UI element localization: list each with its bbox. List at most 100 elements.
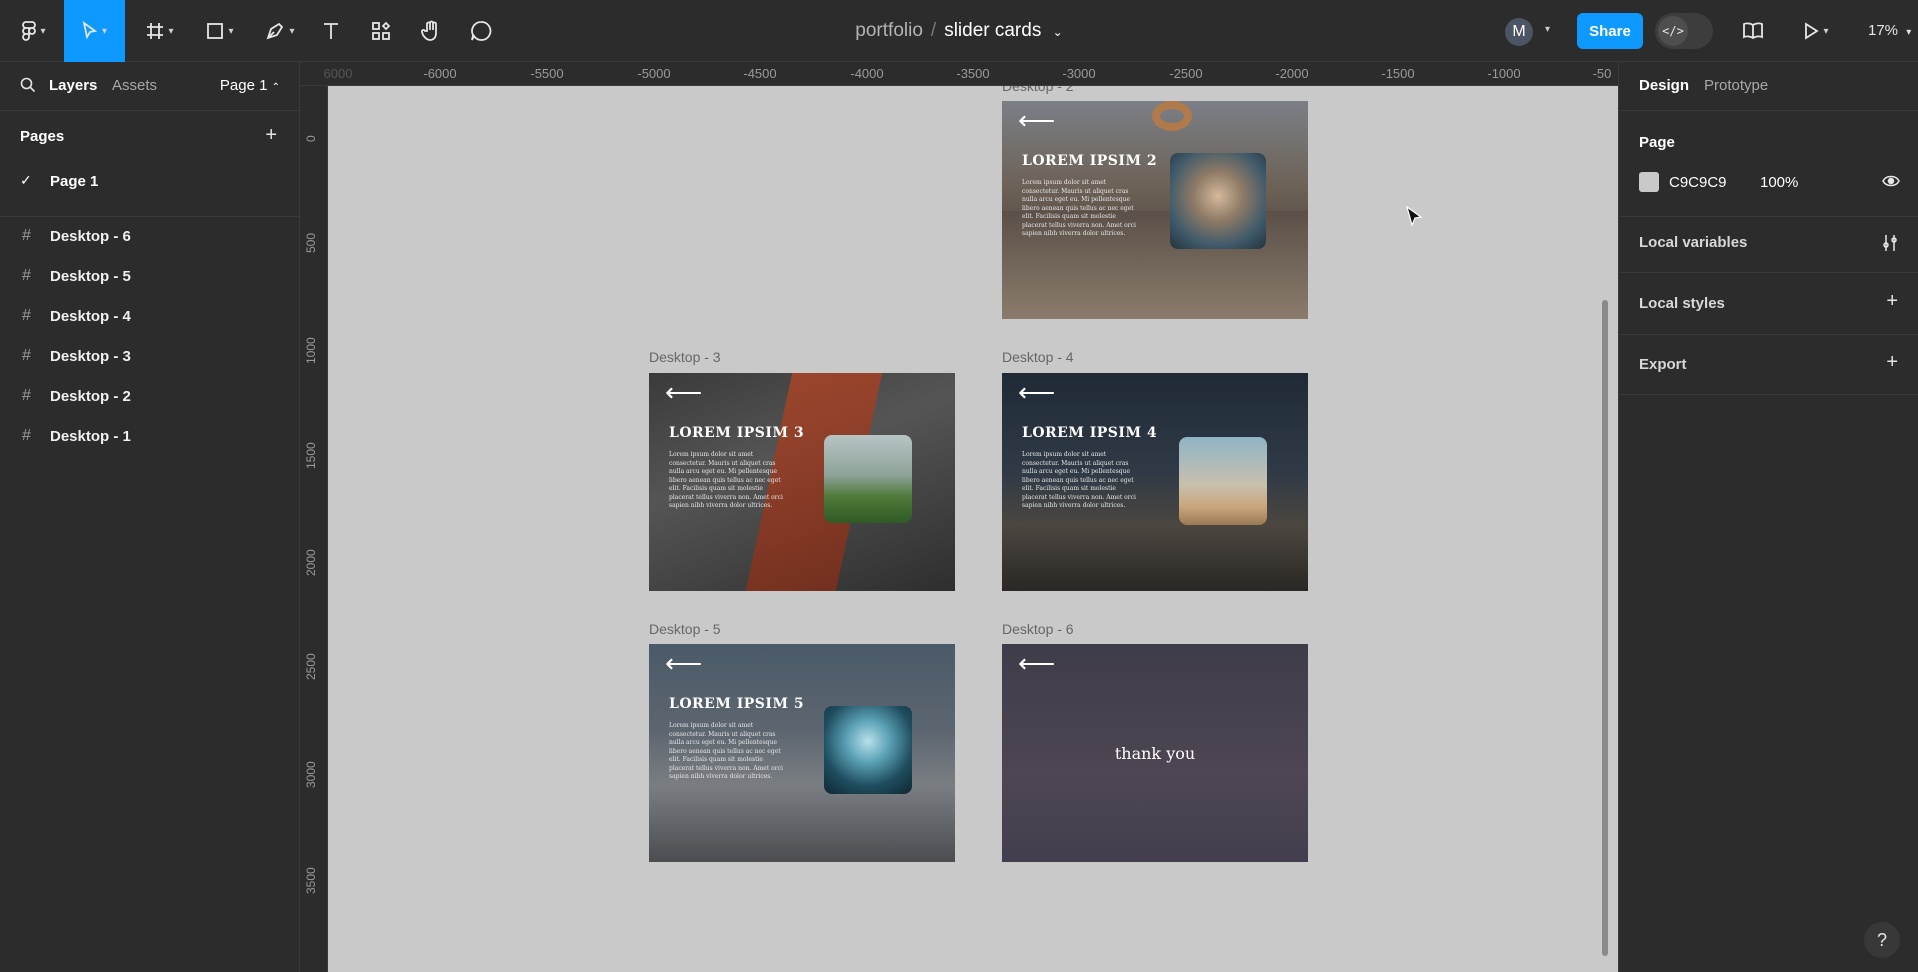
layer-item[interactable]: # Desktop - 3 — [0, 340, 300, 374]
ruler-label: 1000 — [304, 337, 318, 364]
chevron-down-icon[interactable]: ⌄ — [1053, 25, 1063, 39]
variables-icon[interactable] — [1882, 234, 1898, 252]
back-arrow-icon: ⟵ — [665, 377, 703, 407]
add-style-icon[interactable]: + — [1886, 290, 1898, 313]
frame-desktop-6[interactable]: ⟵ thank you — [1002, 644, 1308, 862]
divider — [1619, 394, 1918, 395]
resources-tool-button[interactable] — [366, 0, 396, 62]
layer-item-label: Desktop - 2 — [50, 388, 131, 405]
right-panel: Design Prototype Page C9C9C9 100% Local … — [1618, 62, 1918, 972]
rectangle-icon — [207, 23, 224, 39]
chevron-down-icon[interactable]: ▾ — [1545, 24, 1550, 35]
hand-icon — [421, 20, 437, 41]
ruler-label: 2500 — [304, 653, 318, 680]
comment-tool-button[interactable] — [466, 0, 496, 62]
move-tool-button[interactable]: ▾ — [64, 0, 125, 62]
library-button[interactable] — [1738, 0, 1768, 62]
zoom-value: 17% — [1868, 22, 1899, 39]
frame-icon: # — [22, 347, 31, 364]
project-name[interactable]: portfolio — [855, 20, 923, 41]
frame-label[interactable]: Desktop - 4 — [1002, 349, 1074, 365]
back-arrow-icon: ⟵ — [665, 648, 703, 678]
ufo-field-thumbnail — [824, 435, 912, 523]
file-name[interactable]: slider cards — [944, 20, 1041, 41]
chevron-down-icon: ▾ — [289, 25, 295, 37]
share-button[interactable]: Share — [1577, 13, 1643, 49]
tab-prototype[interactable]: Prototype — [1704, 77, 1768, 94]
local-styles-heading[interactable]: Local styles — [1639, 295, 1725, 312]
card-body: Lorem ipsum dolor sit amet consectetur. … — [1022, 179, 1136, 237]
present-button[interactable]: ▾ — [1796, 0, 1836, 62]
frame-label[interactable]: Desktop - 5 — [649, 621, 721, 637]
page-color-swatch[interactable] — [1639, 172, 1659, 192]
ruler-label: 2000 — [304, 549, 318, 576]
page-section-heading: Page — [1639, 134, 1675, 151]
ruler-label: -5000 — [637, 66, 671, 81]
layer-item[interactable]: # Desktop - 4 — [0, 300, 300, 334]
divider — [1619, 334, 1918, 335]
frame-icon: # — [22, 267, 31, 284]
avatar[interactable]: M — [1505, 18, 1533, 46]
help-button[interactable]: ? — [1864, 922, 1900, 958]
export-heading[interactable]: Export — [1639, 356, 1687, 373]
page-item[interactable]: ✓ Page 1 — [0, 166, 300, 198]
hand-tool-button[interactable] — [416, 0, 446, 62]
frame-desktop-2[interactable]: ⟵ LOREM IPSIM 2 Lorem ipsum dolor sit am… — [1002, 101, 1308, 319]
add-export-icon[interactable]: + — [1886, 351, 1898, 374]
page-selector-label: Page 1 — [219, 77, 268, 94]
chevron-up-icon: ⌃ — [271, 82, 280, 93]
ruler-label: -3500 — [956, 66, 990, 81]
local-variables-heading[interactable]: Local variables — [1639, 234, 1747, 251]
back-arrow-icon: ⟵ — [1018, 648, 1056, 678]
page-selector[interactable]: Page 1 ⌃ — [220, 77, 280, 94]
ruler-label: 0 — [304, 135, 318, 142]
text-icon — [324, 23, 338, 39]
divider — [1619, 110, 1918, 111]
ruler-label: -3000 — [1062, 66, 1096, 81]
tab-assets[interactable]: Assets — [112, 77, 157, 94]
frame-desktop-4[interactable]: ⟵ LOREM IPSIM 4 Lorem ipsum dolor sit am… — [1002, 373, 1308, 591]
layer-item-label: Desktop - 3 — [50, 348, 131, 365]
page-color-hex[interactable]: C9C9C9 — [1669, 174, 1727, 191]
ruler-label: -4000 — [850, 66, 884, 81]
chevron-down-icon: ▾ — [1906, 27, 1912, 38]
frame-desktop-5[interactable]: ⟵ LOREM IPSIM 5 Lorem ipsum dolor sit am… — [649, 644, 955, 862]
card-title: LOREM IPSIM 3 — [669, 425, 805, 441]
card-title: LOREM IPSIM 5 — [669, 696, 805, 712]
dev-mode-toggle[interactable]: </> — [1655, 13, 1713, 49]
layer-item[interactable]: # Desktop - 6 — [0, 220, 300, 254]
canvas[interactable]: Desktop - 2 ⟵ LOREM IPSIM 2 Lorem ipsum … — [328, 86, 1618, 972]
eye-icon[interactable] — [1882, 174, 1900, 188]
layer-item[interactable]: # Desktop - 5 — [0, 260, 300, 294]
text-tool-button[interactable] — [316, 0, 346, 62]
pointer-icon — [82, 21, 98, 40]
shape-tool-button[interactable]: ▾ — [198, 0, 242, 62]
frame-icon: # — [22, 387, 31, 404]
pen-tool-button[interactable]: ▾ — [258, 0, 302, 62]
tab-design[interactable]: Design — [1639, 77, 1689, 94]
donut-sign — [1152, 101, 1192, 131]
card-title: LOREM IPSIM 2 — [1022, 153, 1158, 169]
layer-item[interactable]: # Desktop - 1 — [0, 420, 300, 454]
pages-heading: Pages — [20, 128, 65, 145]
frame-tool-button[interactable]: ▾ — [138, 0, 182, 62]
mouse-cursor-icon — [1406, 206, 1423, 227]
search-icon[interactable] — [20, 77, 36, 93]
frame-label[interactable]: Desktop - 6 — [1002, 621, 1074, 637]
canvas-scrollbar[interactable] — [1602, 300, 1608, 956]
frame-label[interactable]: Desktop - 2 — [1002, 86, 1074, 94]
layer-item[interactable]: # Desktop - 2 — [0, 380, 300, 414]
frame-icon: # — [22, 227, 31, 244]
divider — [1619, 272, 1918, 273]
ruler-label: -50 — [1592, 66, 1612, 81]
tab-layers[interactable]: Layers — [49, 77, 97, 94]
main-menu-button[interactable]: ▾ — [14, 0, 54, 62]
zoom-level[interactable]: 17% ▾ — [1868, 22, 1911, 39]
layer-item-label: Desktop - 5 — [50, 268, 131, 285]
chevron-down-icon: ▾ — [168, 25, 174, 37]
frame-label[interactable]: Desktop - 3 — [649, 349, 721, 365]
page-color-opacity[interactable]: 100% — [1760, 174, 1798, 191]
frame-desktop-3[interactable]: ⟵ LOREM IPSIM 3 Lorem ipsum dolor sit am… — [649, 373, 955, 591]
add-page-icon[interactable]: + — [265, 124, 277, 147]
layer-item-label: Desktop - 4 — [50, 308, 131, 325]
